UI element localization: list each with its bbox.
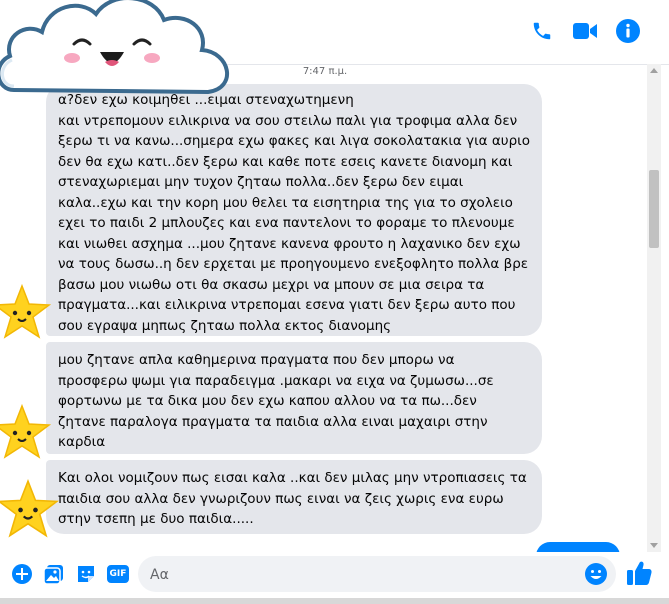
scrollbar-thumb[interactable] [649,170,659,248]
star-emoji-icon [0,283,52,339]
message-input[interactable] [148,556,582,594]
star-emoji-icon [0,403,52,459]
gif-label: GIF [107,565,129,583]
sticker-icon[interactable] [74,562,98,586]
scroll-up-arrow-icon[interactable] [650,68,658,73]
plus-icon[interactable] [10,562,34,586]
messenger-window: α?δεν εχω κοιμηθει ...ειμαι στεναχωτημεν… [0,0,669,604]
message-bubble: μου ζητανε απλα καθημερινα πραγματα που … [46,342,542,454]
message-list[interactable]: α?δεν εχω κοιμηθει ...ειμαι στεναχωτημεν… [0,64,647,544]
star-emoji-icon [0,478,60,538]
message-bubble: α?δεν εχω κοιμηθει ...ειμαι στεναχωτημεν… [46,84,542,336]
gif-icon[interactable]: GIF [106,562,130,586]
window-bottom-edge [0,598,669,604]
chat-scrollbar[interactable] [647,64,661,552]
info-icon[interactable] [614,17,642,45]
emoji-icon[interactable] [584,562,608,586]
image-icon[interactable] [42,562,66,586]
message-composer: GIF [0,552,669,598]
phone-icon[interactable] [528,17,556,45]
message-bubble: Και ολοι νομιζουν πως εισαι καλα ..και δ… [46,460,542,534]
thumbs-up-icon[interactable] [624,558,654,588]
video-camera-icon[interactable] [571,17,599,45]
scroll-down-arrow-icon[interactable] [650,543,658,548]
cloud-sticker-icon [0,0,229,95]
message-input-wrapper [138,556,616,594]
